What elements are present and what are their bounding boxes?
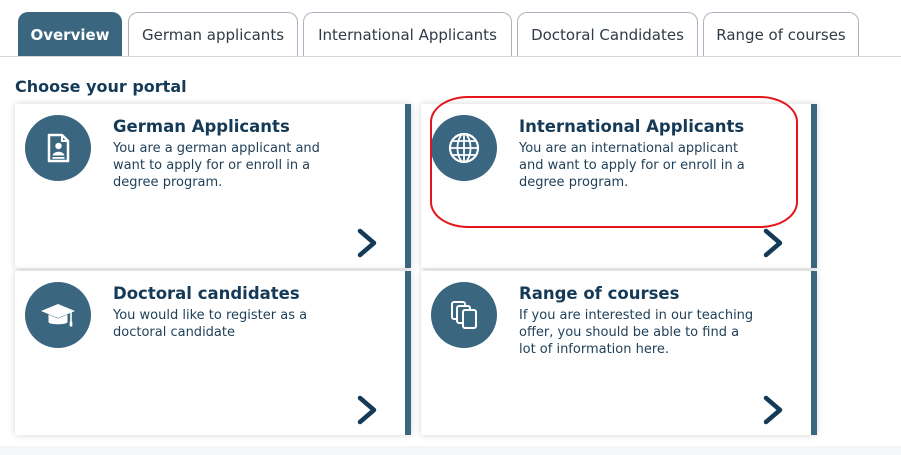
globe-icon: [431, 115, 497, 181]
page-bottom-edge: [0, 446, 901, 455]
card-international-applicants[interactable]: International Applicants You are an inte…: [421, 104, 817, 268]
document-icon: [25, 115, 91, 181]
card-description: You are a german applicant and want to a…: [113, 141, 320, 190]
tab-range-of-courses[interactable]: Range of courses: [703, 12, 859, 56]
card-description: You would like to register as a doctoral…: [113, 308, 308, 340]
page-heading: Choose your portal: [15, 77, 187, 96]
tab-overview[interactable]: Overview: [18, 12, 122, 56]
card-title: Doctoral candidates: [113, 284, 300, 303]
chevron-right-icon[interactable]: [355, 228, 379, 258]
portal-tabs: Overview German applicants International…: [0, 0, 901, 57]
card-title: International Applicants: [519, 117, 745, 136]
graduation-cap-icon: [25, 282, 91, 348]
card-description: If you are interested in our teaching of…: [519, 308, 754, 357]
chevron-right-icon[interactable]: [761, 395, 785, 425]
chevron-right-icon[interactable]: [355, 395, 379, 425]
card-title: Range of courses: [519, 284, 680, 303]
tab-german-applicants[interactable]: German applicants: [128, 12, 298, 56]
tab-divider: [0, 56, 901, 57]
card-range-of-courses[interactable]: Range of courses If you are interested i…: [421, 271, 817, 435]
books-icon: [431, 282, 497, 348]
card-description: You are an international applicant and w…: [519, 141, 745, 190]
card-doctoral-candidates[interactable]: Doctoral candidates You would like to re…: [15, 271, 411, 435]
card-german-applicants[interactable]: German Applicants You are a german appli…: [15, 104, 411, 268]
card-title: German Applicants: [113, 117, 290, 136]
tab-doctoral-candidates[interactable]: Doctoral Candidates: [517, 12, 698, 56]
chevron-right-icon[interactable]: [761, 228, 785, 258]
tab-international-applicants[interactable]: International Applicants: [303, 12, 512, 56]
